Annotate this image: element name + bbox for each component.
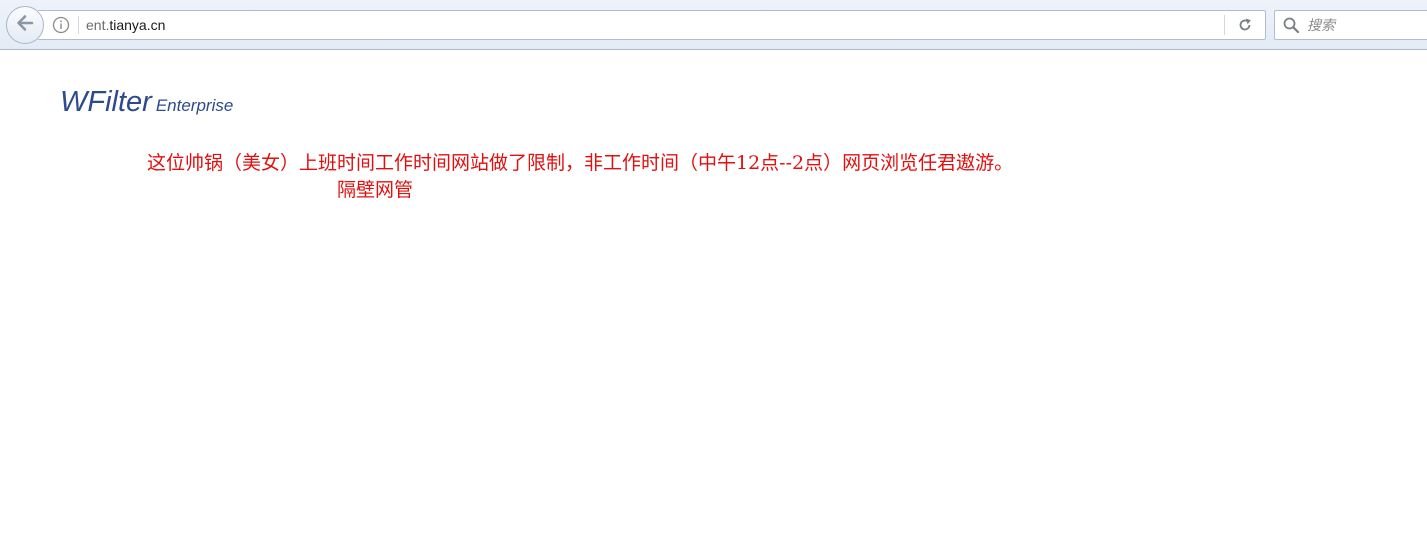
url-host: tianya.cn [109, 17, 166, 33]
brand-edition: Enterprise [155, 96, 234, 115]
back-button[interactable] [6, 6, 44, 44]
reload-separator [1224, 15, 1225, 35]
url-divider [78, 16, 79, 34]
block-notice: 这位帅锅（美女）上班时间工作时间网站做了限制，非工作时间（中午12点--2点）网… [147, 152, 1014, 174]
search-placeholder: 搜索 [1307, 17, 1335, 33]
url-prefix: ent. [86, 17, 110, 33]
browser-toolbar: ent.tianya.cn 搜索 [0, 0, 1427, 50]
search-bar[interactable]: 搜索 [1274, 10, 1427, 40]
notice-signature: 隔壁网管 [337, 179, 414, 201]
brand-name: WFilter [60, 86, 152, 118]
info-icon[interactable] [52, 16, 70, 34]
url-text[interactable]: ent.tianya.cn [86, 17, 165, 34]
reload-icon[interactable] [1236, 16, 1254, 34]
search-icon [1282, 16, 1300, 34]
wfilter-logo: WFilter Enterprise [60, 86, 233, 119]
back-arrow-icon [14, 12, 36, 39]
address-bar[interactable]: ent.tianya.cn [38, 10, 1266, 40]
